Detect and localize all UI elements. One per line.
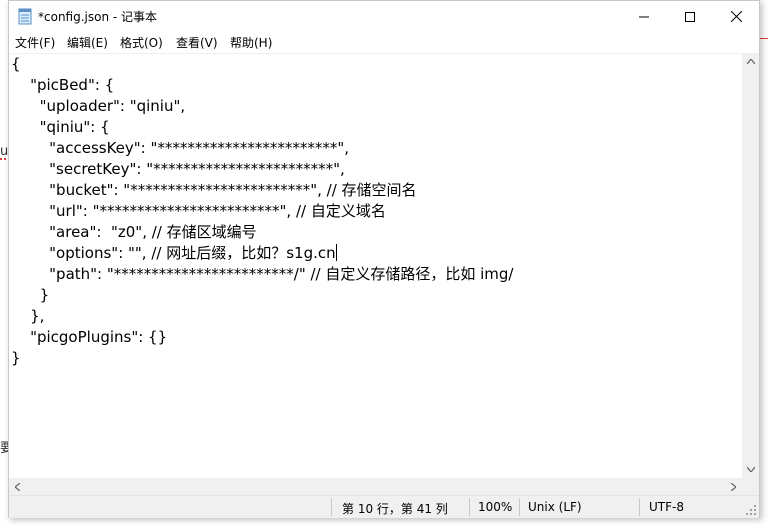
- text-editor-area[interactable]: { "picBed": { "uploader": "qiniu", "qini…: [9, 53, 742, 479]
- close-button[interactable]: [713, 1, 759, 32]
- title-bar[interactable]: *config.json - 记事本: [9, 1, 759, 32]
- code-line: }: [11, 349, 21, 367]
- code-line: "accessKey": "************************",: [11, 139, 350, 157]
- code-line: "secretKey": "************************",: [11, 160, 345, 178]
- menu-edit[interactable]: 编辑(E): [67, 34, 108, 51]
- minimize-icon: [639, 16, 649, 17]
- menu-help[interactable]: 帮助(H): [230, 34, 272, 51]
- status-bar: 第 10 行，第 41 列 100% Unix (LF) UTF-8: [9, 495, 759, 518]
- horizontal-scrollbar[interactable]: [9, 478, 742, 495]
- code-line: "area": "z0", // 存储区域编号: [11, 223, 257, 241]
- line-ending: Unix (LF): [528, 500, 582, 514]
- code-line: },: [11, 307, 45, 325]
- text-caret: [335, 244, 337, 261]
- scroll-right-button[interactable]: [725, 478, 742, 495]
- status-divider: [519, 498, 520, 516]
- notepad-icon: [18, 8, 32, 25]
- code-line: "url": "************************", // 自定…: [11, 202, 386, 220]
- chevron-up-icon: [746, 59, 755, 64]
- window-title: *config.json - 记事本: [38, 10, 158, 24]
- code-line: "qiniu": {: [11, 118, 110, 136]
- vertical-scrollbar[interactable]: [742, 53, 759, 478]
- maximize-icon: [685, 11, 695, 22]
- close-icon: [730, 11, 742, 22]
- scrollbar-corner: [742, 478, 759, 495]
- maximize-button[interactable]: [667, 1, 713, 32]
- status-divider: [639, 498, 640, 516]
- menu-file[interactable]: 文件(F): [15, 34, 55, 51]
- notepad-window: *config.json - 记事本 文件(F) 编辑(E) 格式(O) 查看(…: [8, 0, 760, 518]
- menu-bar: 文件(F) 编辑(E) 格式(O) 查看(V) 帮助(H): [9, 32, 759, 53]
- background-text-fragment: u: [0, 144, 9, 159]
- background-line: [760, 38, 768, 39]
- cursor-position: 第 10 行，第 41 列: [342, 502, 448, 516]
- scroll-down-button[interactable]: [742, 461, 759, 478]
- status-divider: [331, 498, 332, 516]
- chevron-down-icon: [746, 467, 755, 472]
- chevron-right-icon: [731, 482, 736, 491]
- code-line: "picgoPlugins": {}: [11, 328, 168, 346]
- code-line: "path": "************************/" // 自…: [11, 265, 514, 283]
- encoding: UTF-8: [649, 500, 684, 514]
- minimize-button[interactable]: [621, 1, 667, 32]
- chevron-left-icon: [15, 482, 20, 491]
- zoom-level: 100%: [478, 500, 513, 514]
- scroll-up-button[interactable]: [742, 53, 759, 70]
- menu-view[interactable]: 查看(V): [176, 34, 218, 51]
- resize-grip-icon[interactable]: [746, 505, 757, 516]
- code-line: "uploader": "qiniu",: [11, 97, 186, 115]
- code-line: "bucket": "************************", //…: [11, 181, 417, 199]
- scroll-left-button[interactable]: [9, 478, 26, 495]
- code-line-current: "options": "", // 网址后缀，比如？s1g.cn: [11, 243, 337, 264]
- code-line: {: [11, 55, 21, 73]
- code-line: }: [11, 286, 50, 304]
- menu-format[interactable]: 格式(O): [120, 34, 163, 51]
- code-line: "picBed": {: [11, 76, 115, 94]
- status-divider: [469, 498, 470, 516]
- current-line-text: "options": "", // 网址后缀，比如？s1g.cn: [11, 244, 336, 262]
